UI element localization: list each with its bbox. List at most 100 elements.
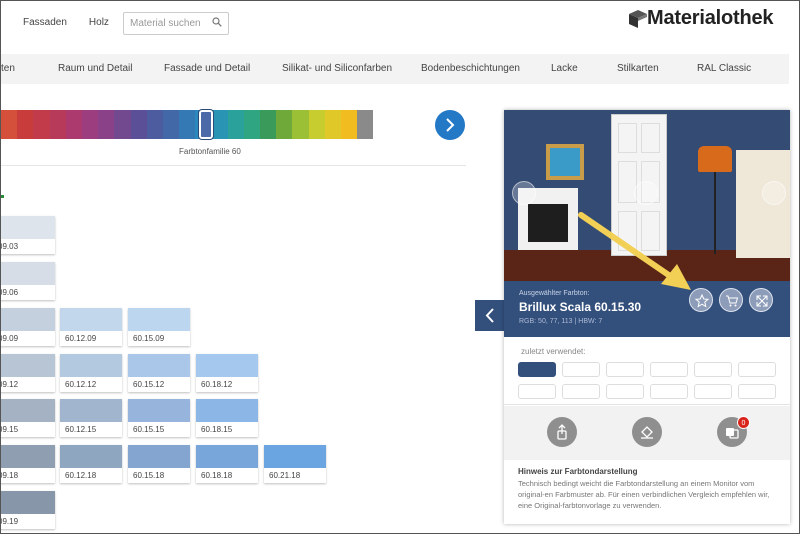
color-swatch[interactable]: 60.15.12: [128, 354, 190, 392]
recent-color-slot[interactable]: [518, 362, 556, 377]
swatch-label: 60.12.09: [65, 334, 97, 343]
menu-item-silikat[interactable]: Silikat- und Siliconfarben: [282, 63, 392, 74]
family-color-16[interactable]: [260, 110, 277, 139]
recent-color-slot[interactable]: [606, 362, 644, 377]
recent-color-slot[interactable]: [738, 362, 776, 377]
color-swatch[interactable]: 09.12: [1, 354, 55, 392]
nav-fassaden[interactable]: Fassaden: [23, 17, 67, 28]
fullscreen-button[interactable]: [749, 288, 773, 312]
color-swatch[interactable]: 60.15.15: [128, 399, 190, 437]
family-color-14[interactable]: [227, 110, 244, 139]
family-color-3[interactable]: [49, 110, 66, 139]
favorite-button[interactable]: [689, 288, 713, 312]
color-family-strip[interactable]: [1, 110, 374, 139]
color-swatch[interactable]: 09.06: [1, 262, 55, 300]
family-color-15[interactable]: [243, 110, 260, 139]
family-color-19[interactable]: [308, 110, 325, 139]
color-swatch[interactable]: 09.19: [1, 491, 55, 529]
color-swatch[interactable]: 09.03: [1, 216, 55, 254]
color-swatch[interactable]: 09.15: [1, 399, 55, 437]
family-color-9[interactable]: [146, 110, 163, 139]
menu-item-boden[interactable]: Bodenbeschichtungen: [421, 63, 520, 74]
recent-label: zuletzt verwendet:: [521, 347, 586, 356]
image-prev-button[interactable]: [512, 181, 536, 205]
recent-color-slot[interactable]: [738, 384, 776, 399]
family-color-10[interactable]: [162, 110, 180, 139]
menu-item-ral[interactable]: RAL Classic: [697, 63, 751, 74]
swatch-color: [196, 399, 258, 422]
swatch-color: [60, 308, 122, 331]
family-color-20[interactable]: [324, 110, 341, 139]
collapse-panel-button[interactable]: [475, 300, 505, 331]
family-color-6[interactable]: [98, 110, 115, 139]
cart-button[interactable]: [719, 288, 743, 312]
recent-color-slot[interactable]: [518, 384, 556, 399]
family-color-0[interactable]: [1, 110, 18, 139]
recent-color-slot[interactable]: [562, 362, 600, 377]
menu-item-partial[interactable]: ten: [1, 63, 15, 74]
swatch-color: [264, 445, 326, 468]
swatch-label: 60.18.15: [201, 425, 233, 434]
image-zoom-button[interactable]: [634, 181, 658, 205]
family-color-7[interactable]: [114, 110, 131, 139]
swatch-label: 09.09: [0, 334, 19, 343]
color-swatch[interactable]: 09.18: [1, 445, 55, 483]
color-swatch[interactable]: 60.12.12: [60, 354, 122, 392]
chevron-right-icon: [446, 118, 455, 132]
nav-holz[interactable]: Holz: [89, 17, 109, 28]
image-next-button[interactable]: [762, 181, 786, 205]
family-color-21[interactable]: [340, 110, 358, 139]
top-nav: Fassaden Holz: [23, 17, 109, 28]
family-color-1[interactable]: [17, 110, 34, 139]
color-swatch[interactable]: 60.15.18: [128, 445, 190, 483]
color-swatch[interactable]: 60.18.15: [196, 399, 258, 437]
recent-color-slot[interactable]: [650, 384, 688, 399]
share-icon: [557, 424, 567, 440]
swatch-color: [1, 262, 55, 285]
color-swatch[interactable]: 60.12.15: [60, 399, 122, 437]
swatch-color: [1, 491, 55, 514]
color-swatch[interactable]: 60.18.18: [196, 445, 258, 483]
logo-text: Materialothek: [647, 7, 774, 29]
room-preview-image: [504, 110, 790, 281]
paint-button[interactable]: [632, 417, 662, 447]
recent-color-slot[interactable]: [694, 362, 732, 377]
logo[interactable]: Materialothek: [627, 7, 774, 30]
family-color-11[interactable]: [179, 110, 196, 139]
recent-color-slot[interactable]: [650, 362, 688, 377]
recent-color-slot[interactable]: [562, 384, 600, 399]
family-color-17[interactable]: [276, 110, 293, 139]
strip-next-button[interactable]: [435, 110, 465, 140]
color-swatch[interactable]: 09.09: [0, 308, 55, 346]
menu-item-stilkarten[interactable]: Stilkarten: [617, 63, 659, 74]
family-color-4[interactable]: [65, 110, 82, 139]
swatch-color: [1, 216, 55, 239]
color-swatch[interactable]: 60.12.09: [60, 308, 122, 346]
swatch-color: [60, 399, 122, 422]
color-swatch[interactable]: 60.12.18: [60, 445, 122, 483]
family-color-22[interactable]: [357, 110, 374, 139]
share-button[interactable]: [547, 417, 577, 447]
marker: [1, 195, 4, 198]
family-color-5[interactable]: [81, 110, 99, 139]
color-swatch[interactable]: 60.18.12: [196, 354, 258, 392]
menu-item-raum[interactable]: Raum und Detail: [58, 63, 132, 74]
family-selector-handle[interactable]: [199, 110, 213, 139]
search-icon[interactable]: [212, 17, 222, 27]
recent-color-slot[interactable]: [694, 384, 732, 399]
panel-divider: [504, 404, 790, 405]
color-swatch[interactable]: 60.21.18: [264, 445, 326, 483]
family-color-18[interactable]: [292, 110, 309, 139]
family-color-13[interactable]: [211, 110, 228, 139]
family-color-2[interactable]: [33, 110, 50, 139]
color-swatch[interactable]: 60.15.09: [128, 308, 190, 346]
menu-item-fassade[interactable]: Fassade und Detail: [164, 63, 250, 74]
color-detail-panel: Ausgewählter Farbton: Brillux Scala 60.1…: [504, 110, 790, 524]
chevron-left-icon: [485, 308, 494, 323]
category-menu: ten Raum und Detail Fassade und Detail S…: [1, 54, 789, 84]
recent-color-slot[interactable]: [606, 384, 644, 399]
expand-icon: [756, 295, 768, 307]
search-input[interactable]: Material suchen: [123, 12, 229, 35]
family-color-8[interactable]: [130, 110, 147, 139]
menu-item-lacke[interactable]: Lacke: [551, 63, 578, 74]
